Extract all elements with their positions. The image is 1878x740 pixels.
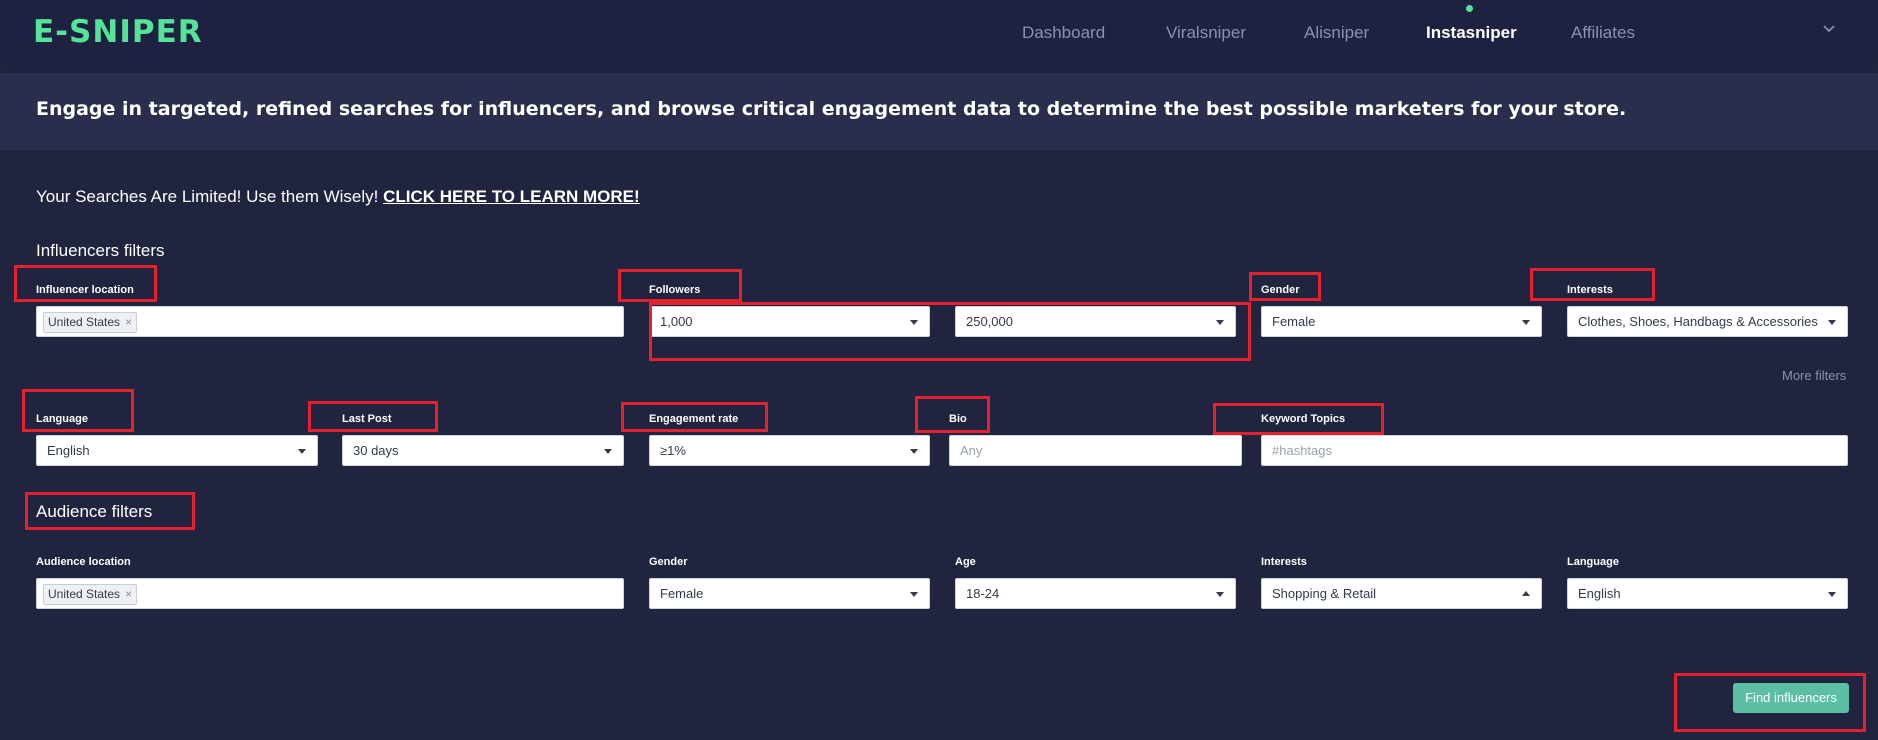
search-limit-notice: Your Searches Are Limited! Use them Wise… [36,187,640,207]
audience-age-select[interactable]: 18-24 [955,578,1236,609]
location-tag-text: United States [48,315,121,329]
caret-down-icon [1216,320,1224,325]
nav-dashboard[interactable]: Dashboard [1022,23,1105,43]
audience-location-label: Audience location [36,556,131,568]
bio-label: Bio [949,413,967,425]
page-headline: Engage in targeted, refined searches for… [36,98,1627,120]
find-influencers-button[interactable]: Find influencers [1733,683,1849,713]
audience-language-select[interactable]: English [1567,578,1848,609]
audience-gender-value: Female [660,586,704,601]
followers-max-select[interactable]: 250,000 [955,306,1236,337]
more-filters-link[interactable]: More filters [1782,368,1846,383]
audience-age-label: Age [955,556,976,568]
gender-label: Gender [1261,284,1300,296]
audience-interests-select[interactable]: Shopping & Retail [1261,578,1542,609]
interests-select[interactable]: Clothes, Shoes, Handbags & Accessories [1567,306,1848,337]
active-indicator-dot [1466,5,1473,12]
influencer-location-label: Influencer location [36,284,134,296]
audience-gender-select[interactable]: Female [649,578,930,609]
engagement-rate-value: ≥1% [660,443,686,458]
learn-more-link[interactable]: CLICK HERE TO LEARN MORE! [383,187,640,206]
caret-up-icon [1522,591,1530,596]
audience-interests-value: Shopping & Retail [1272,586,1377,601]
highlight-language [22,389,134,432]
location-tag: United States × [43,312,138,333]
audience-location-input[interactable]: United States × [36,578,624,609]
language-value: English [47,443,90,458]
nav-instasniper[interactable]: Instasniper [1426,23,1517,43]
caret-down-icon [910,449,918,454]
audience-interests-label: Interests [1261,556,1307,568]
followers-min-select[interactable]: 1,000 [649,306,930,337]
audience-language-label: Language [1567,556,1619,568]
keyword-topics-placeholder: #hashtags [1272,443,1332,458]
caret-down-icon [910,592,918,597]
nav-viralsniper[interactable]: Viralsniper [1166,23,1246,43]
location-tag: United States × [43,584,138,605]
gender-select[interactable]: Female [1261,306,1542,337]
last-post-label: Last Post [342,413,392,425]
chevron-down-icon[interactable] [1822,22,1836,36]
caret-down-icon [1828,592,1836,597]
interests-label: Interests [1567,284,1613,296]
keyword-topics-label: Keyword Topics [1261,413,1346,425]
app-logo[interactable]: E-SNIPER [33,14,203,50]
bio-input[interactable]: Any [949,435,1242,466]
gender-value: Female [1272,314,1316,329]
language-label: Language [36,413,88,425]
followers-max-value: 250,000 [966,314,1013,329]
followers-min-value: 1,000 [660,314,693,329]
nav-alisniper[interactable]: Alisniper [1304,23,1369,43]
followers-label: Followers [649,284,701,296]
limit-notice-text: Your Searches Are Limited! Use them Wise… [36,187,384,206]
engagement-rate-select[interactable]: ≥1% [649,435,930,466]
language-select[interactable]: English [36,435,318,466]
remove-tag-icon[interactable]: × [125,313,132,332]
caret-down-icon [298,449,306,454]
audience-age-value: 18-24 [966,586,1000,601]
nav-affiliates[interactable]: Affiliates [1571,23,1635,43]
influencer-filters-title: Influencers filters [36,241,165,260]
keyword-topics-input[interactable]: #hashtags [1261,435,1848,466]
remove-tag-icon[interactable]: × [125,585,132,604]
caret-down-icon [1216,592,1224,597]
caret-down-icon [1828,320,1836,325]
interests-value: Clothes, Shoes, Handbags & Accessories [1578,314,1818,329]
caret-down-icon [604,449,612,454]
caret-down-icon [1522,320,1530,325]
location-tag-text: United States [48,587,121,601]
last-post-value: 30 days [353,443,399,458]
engagement-rate-label: Engagement rate [649,413,739,425]
influencer-location-input[interactable]: United States × [36,306,624,337]
caret-down-icon [910,320,918,325]
last-post-select[interactable]: 30 days [342,435,624,466]
audience-filters-title: Audience filters [36,502,153,521]
audience-language-value: English [1578,586,1621,601]
bio-placeholder: Any [960,443,983,458]
audience-gender-label: Gender [649,556,688,568]
